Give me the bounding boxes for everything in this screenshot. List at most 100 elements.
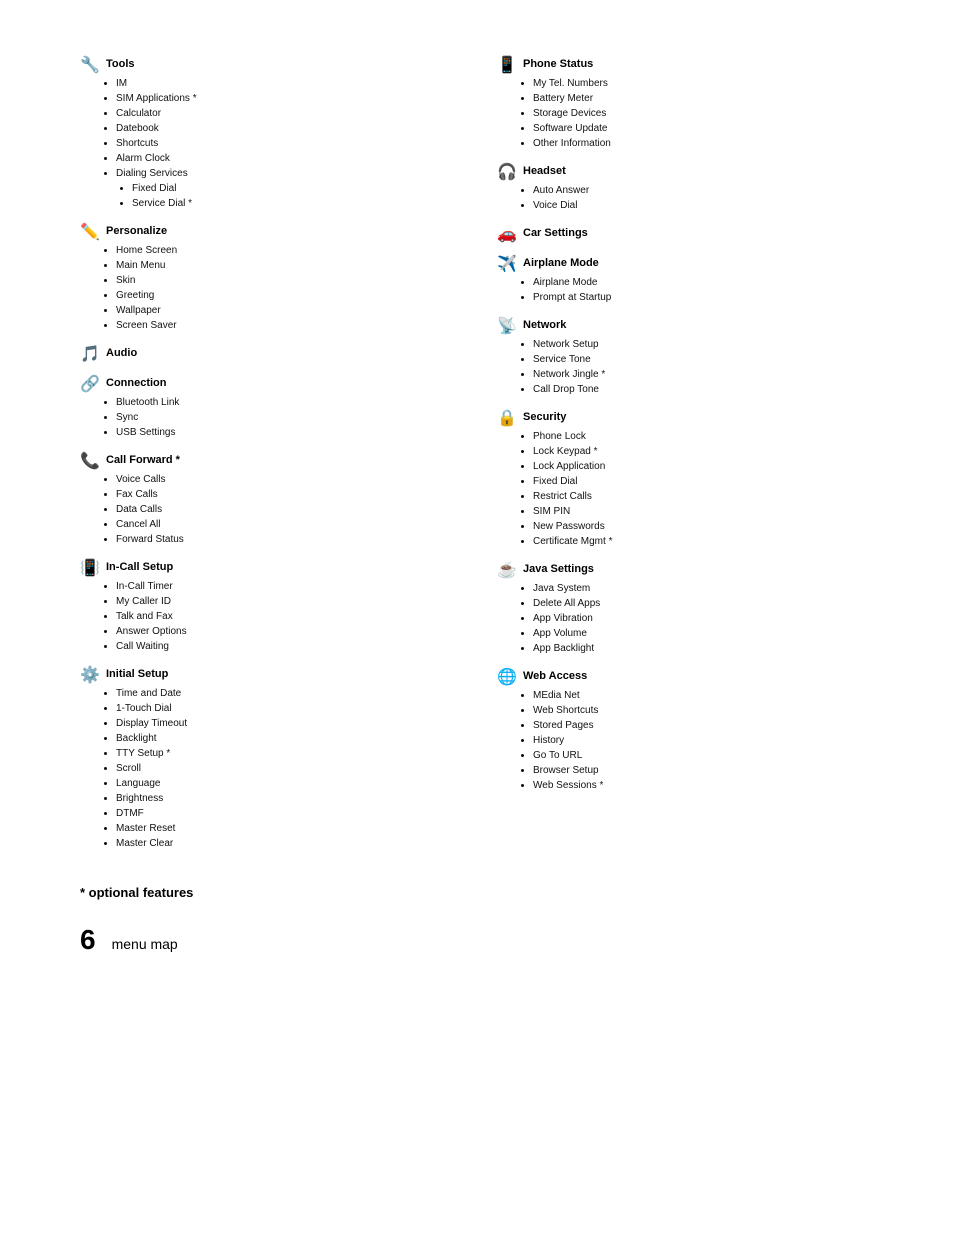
list-item: Fax Calls [116, 487, 457, 502]
section-header: 🎵Audio [80, 347, 457, 363]
section-icon: 📞 [80, 454, 100, 470]
list-item: Auto Answer [533, 183, 874, 198]
section-title: Car Settings [523, 227, 588, 239]
page-number: 6 [80, 924, 96, 956]
section-header: 🎧Headset [497, 165, 874, 181]
list-item: Language [116, 776, 457, 791]
section-icon: ✏️ [80, 225, 100, 241]
list-item: Home Screen [116, 243, 457, 258]
list-item: Call Waiting [116, 639, 457, 654]
list-item: Phone Lock [533, 429, 874, 444]
list-item: Web Sessions * [533, 778, 874, 793]
list-item: App Backlight [533, 641, 874, 656]
list-item: Fixed Dial [533, 474, 874, 489]
list-item: 1-Touch Dial [116, 701, 457, 716]
list-item: Lock Keypad * [533, 444, 874, 459]
section-icon: 🔒 [497, 411, 517, 427]
list-item: Shortcuts [116, 136, 457, 151]
list-item: MEdia Net [533, 688, 874, 703]
list-item: USB Settings [116, 425, 457, 440]
section-title: Initial Setup [106, 668, 168, 680]
list-item: Calculator [116, 106, 457, 121]
list-item: Call Drop Tone [533, 382, 874, 397]
section-title: Tools [106, 58, 135, 70]
list-item: Wallpaper [116, 303, 457, 318]
list-item: Display Timeout [116, 716, 457, 731]
section-icon: ✈️ [497, 257, 517, 273]
left-column: 🔧ToolsIMSIM Applications *CalculatorDate… [80, 58, 457, 865]
list-item: SIM PIN [533, 504, 874, 519]
list-item: Prompt at Startup [533, 290, 874, 305]
section-icon: 📡 [497, 319, 517, 335]
list-item: Delete All Apps [533, 596, 874, 611]
section-items-list: Time and Date1-Touch DialDisplay Timeout… [80, 686, 457, 851]
list-item: Voice Dial [533, 198, 874, 213]
section-title: Personalize [106, 225, 167, 237]
section-title: Network [523, 319, 566, 331]
list-item: History [533, 733, 874, 748]
list-item: Sync [116, 410, 457, 425]
list-item: Airplane Mode [533, 275, 874, 290]
list-item: DTMF [116, 806, 457, 821]
section-phone-status: 📱Phone Status My Tel. NumbersBattery Mete… [497, 58, 874, 151]
list-item: Backlight [116, 731, 457, 746]
section-header: 📞Call Forward * [80, 454, 457, 470]
section-car-settings: 🚗Car Settings [497, 227, 874, 243]
list-item: Main Menu [116, 258, 457, 273]
list-item: Master Clear [116, 836, 457, 851]
section-personalize: ✏️ Personalize Home ScreenMain MenuSkinGre… [80, 225, 457, 333]
section-call-forward-: 📞Call Forward * Voice CallsFax CallsData … [80, 454, 457, 547]
section-items-list: Voice CallsFax CallsData CallsCancel All… [80, 472, 457, 547]
section-tools: 🔧ToolsIMSIM Applications *CalculatorDate… [80, 58, 457, 211]
section-title: Java Settings [523, 563, 594, 575]
section-audio: 🎵Audio [80, 347, 457, 363]
section-items-list: Auto AnswerVoice Dial [497, 183, 874, 213]
list-item: Alarm Clock [116, 151, 457, 166]
section-icon: 🔗 [80, 377, 100, 393]
list-item: Stored Pages [533, 718, 874, 733]
page: 🔧ToolsIMSIM Applications *CalculatorDate… [0, 0, 954, 996]
section-java-settings: ☕ Java Settings Java SystemDelete All Apps… [497, 563, 874, 656]
section-title: In-Call Setup [106, 561, 173, 573]
section-items-list: Java SystemDelete All AppsApp VibrationA… [497, 581, 874, 656]
list-item: Master Reset [116, 821, 457, 836]
section-items-list: My Tel. NumbersBattery MeterStorage Devi… [497, 76, 874, 151]
list-item: TTY Setup * [116, 746, 457, 761]
section-icon: 🔧 [80, 58, 100, 74]
section-header: 📱Phone Status [497, 58, 874, 74]
list-item: Greeting [116, 288, 457, 303]
list-item: Other Information [533, 136, 874, 151]
list-item: Screen Saver [116, 318, 457, 333]
list-item: Java System [533, 581, 874, 596]
section-icon: 🎧 [497, 165, 517, 181]
list-item: Battery Meter [533, 91, 874, 106]
list-item: Storage Devices [533, 106, 874, 121]
section-connection: 🔗Connection Bluetooth LinkSyncUSB Setting… [80, 377, 457, 440]
section-icon: ☕ [497, 563, 517, 579]
section-items-list: Bluetooth LinkSyncUSB Settings [80, 395, 457, 440]
list-item: Scroll [116, 761, 457, 776]
list-item: Cancel All [116, 517, 457, 532]
section-header: 🔧 Tools [80, 58, 457, 74]
list-item: Go To URL [533, 748, 874, 763]
section-headset: 🎧Headset Auto AnswerVoice Dial [497, 165, 874, 213]
footer-note: * optional features [80, 885, 874, 900]
section-header: ✏️ Personalize [80, 225, 457, 241]
section-items-list: Network SetupService ToneNetwork Jingle … [497, 337, 874, 397]
list-item: App Vibration [533, 611, 874, 626]
list-item: Restrict Calls [533, 489, 874, 504]
list-item: Web Shortcuts [533, 703, 874, 718]
section-initial-setup: ⚙️Initial Setup Time and Date1-Touch Dial… [80, 668, 457, 851]
section-items-list: MEdia NetWeb ShortcutsStored PagesHistor… [497, 688, 874, 793]
list-item: Time and Date [116, 686, 457, 701]
list-item: Voice Calls [116, 472, 457, 487]
section-items-list: Home ScreenMain MenuSkinGreetingWallpape… [80, 243, 457, 333]
list-item: App Volume [533, 626, 874, 641]
section-title: Airplane Mode [523, 257, 599, 269]
section-header: 🔗Connection [80, 377, 457, 393]
list-item: Skin [116, 273, 457, 288]
section-header: 📡 Network [497, 319, 874, 335]
list-item: Software Update [533, 121, 874, 136]
section-items-list: Phone LockLock Keypad *Lock ApplicationF… [497, 429, 874, 549]
section-header: ⚙️Initial Setup [80, 668, 457, 684]
